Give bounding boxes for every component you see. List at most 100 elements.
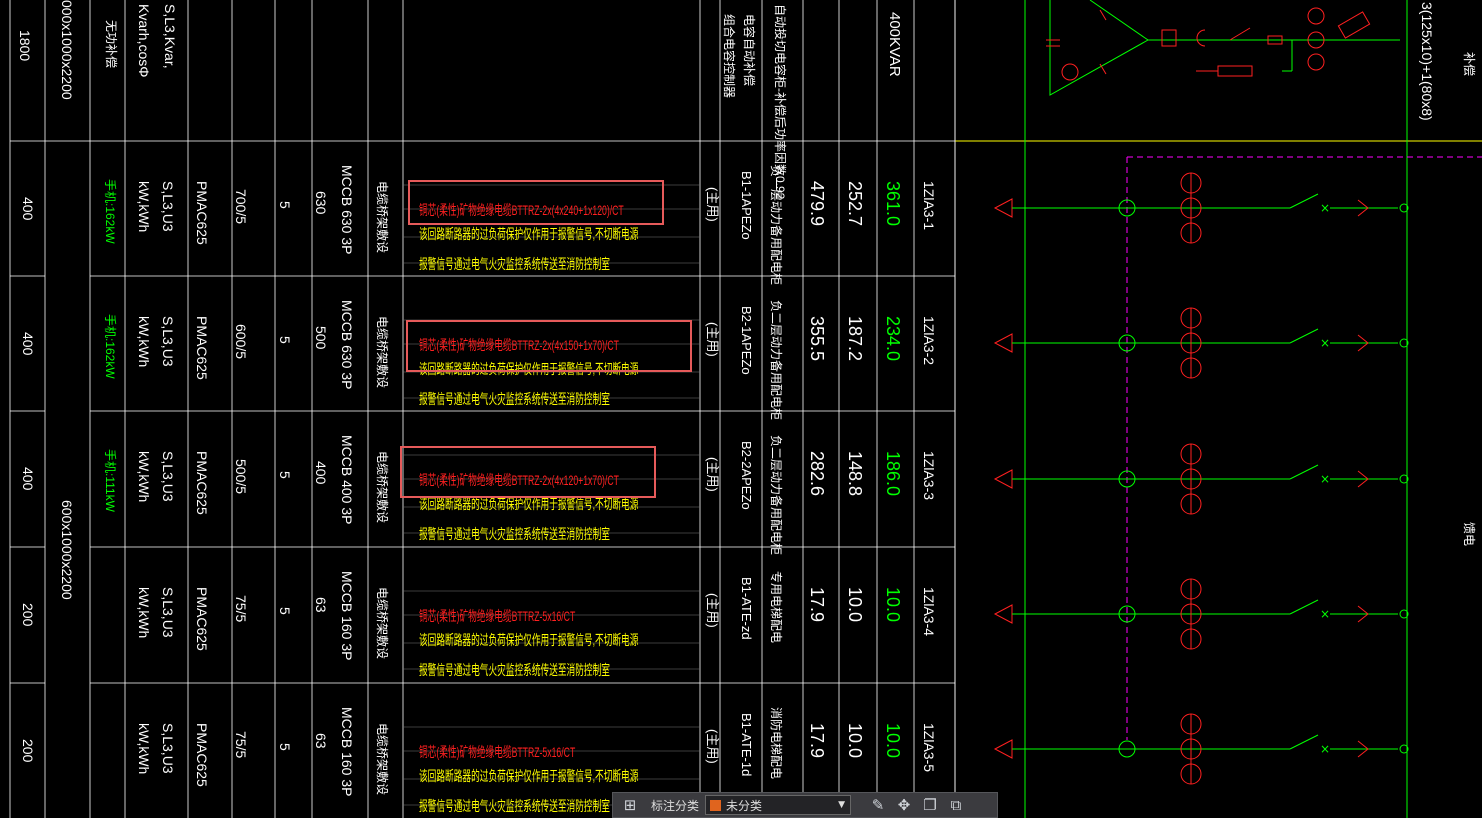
meter-model: PMAC625 bbox=[194, 587, 210, 651]
ct-ratio: 75/5 bbox=[233, 595, 249, 623]
breaker-cross-icon: × bbox=[1320, 336, 1330, 350]
cable-laying: 电缆桥架敷设 bbox=[375, 316, 389, 389]
header-compensation-size: 000x1000x2200 bbox=[59, 0, 75, 100]
chevron-down-icon: ▼ bbox=[838, 800, 846, 810]
header-meter-params: S,L3,Kvar, bbox=[162, 4, 178, 69]
ct-ratio: 600/5 bbox=[233, 324, 249, 360]
edit-icon[interactable]: ✎ bbox=[865, 793, 891, 817]
standby-tag: (主用) bbox=[705, 322, 720, 357]
trip-current: 63 bbox=[313, 733, 329, 749]
fuse-icon bbox=[1161, 29, 1177, 47]
cabinet-boundary-dashed bbox=[1126, 156, 1482, 740]
breaker-model: MCCB 160 3P bbox=[339, 707, 355, 797]
paste-icon[interactable]: ⧉ bbox=[943, 793, 969, 817]
capacitor-symbol bbox=[1046, 39, 1060, 47]
measure-ct-icon bbox=[1307, 7, 1325, 25]
meter-model: PMAC625 bbox=[194, 451, 210, 515]
circuit-number: 1ZlA3-1 bbox=[921, 181, 937, 231]
meter-type: S,L3,U3 bbox=[160, 451, 176, 502]
ct-class: 5 bbox=[277, 201, 293, 209]
outgoing-arrow-icon bbox=[993, 739, 1013, 759]
breaker-model: MCCB 400 3P bbox=[339, 435, 355, 525]
overload-note: 该回路断路器的过负荷保护仅作用于报警信号,不切断电源 bbox=[419, 226, 639, 242]
outgoing-arrow-icon bbox=[993, 198, 1013, 218]
meter-type: S,L3,U3 bbox=[160, 723, 176, 774]
tick-mark bbox=[1099, 9, 1107, 21]
cable-laying: 电缆桥架敷设 bbox=[375, 451, 389, 524]
reactor-icon bbox=[1196, 29, 1206, 47]
capacitor-triangle bbox=[1049, 0, 1149, 96]
cad-drawing-canvas[interactable]: × × × × × bbox=[0, 0, 1482, 818]
category-value: 未分类 bbox=[726, 798, 763, 813]
alarm-note: 报警信号通过电气火灾监控系统传送至消防控制室 bbox=[419, 526, 610, 542]
calculated-power: 10.0 bbox=[845, 587, 865, 623]
header-compensation-label: 无功补偿 bbox=[104, 20, 118, 69]
installed-power: 10.0 bbox=[883, 587, 903, 623]
meter-units: kW,kWh bbox=[136, 181, 152, 233]
ct-class: 5 bbox=[277, 607, 293, 615]
copy-icon[interactable]: ❐ bbox=[917, 793, 943, 817]
header-meter-label: Kvarh,cosΦ bbox=[136, 4, 152, 78]
category-select[interactable]: 未分类 ▼ bbox=[705, 795, 852, 815]
header-capacitor-controller: 组合电容控制器 bbox=[722, 14, 736, 99]
surge-arrester-icon bbox=[1337, 11, 1371, 39]
meter-units: kW,kWh bbox=[136, 587, 152, 639]
feeder-purpose: 负一层动力备用配电柜 bbox=[769, 165, 783, 286]
move-icon[interactable]: ✥ bbox=[891, 793, 917, 817]
calculated-current: 355.5 bbox=[807, 316, 827, 362]
feeder-purpose: 专用电梯配电 bbox=[769, 571, 783, 644]
highlight-box-3 bbox=[400, 446, 656, 498]
grid-icon[interactable]: ⊞ bbox=[617, 793, 643, 817]
destination-cabinet: B2-1APEZo bbox=[739, 306, 754, 375]
breaker-cross-icon: × bbox=[1320, 472, 1330, 486]
calculated-current: 17.9 bbox=[807, 587, 827, 623]
cabinet-width: 200 bbox=[20, 739, 36, 763]
standby-tag: (主用) bbox=[705, 457, 720, 492]
outgoing-arrow-icon bbox=[993, 604, 1013, 624]
annotation-toolbar: ⊞ 标注分类 未分类 ▼ ✎ ✥ ❐ ⧉ bbox=[612, 792, 998, 818]
calculated-current: 282.6 bbox=[807, 451, 827, 497]
load-power: 手机:162kW bbox=[103, 179, 117, 244]
installed-power: 361.0 bbox=[883, 181, 903, 227]
calculated-current: 17.9 bbox=[807, 723, 827, 759]
right-label-top: 补偿 bbox=[1462, 52, 1476, 77]
header-capacitor-auto: 电容自动补偿 bbox=[742, 14, 756, 87]
cabinet-width: 200 bbox=[20, 603, 36, 627]
cabinet-width: 400 bbox=[20, 467, 36, 491]
cabinet-width: 400 bbox=[20, 332, 36, 356]
ct-class: 5 bbox=[277, 471, 293, 479]
ct-class: 5 bbox=[277, 743, 293, 751]
breaker-model: MCCB 160 3P bbox=[339, 571, 355, 661]
calculated-power: 10.0 bbox=[845, 723, 865, 759]
meter-units: kW,kWh bbox=[136, 316, 152, 368]
calculated-current: 479.9 bbox=[807, 181, 827, 227]
breaker-model: MCCB 630 3P bbox=[339, 165, 355, 255]
cabinet-width: 400 bbox=[20, 197, 36, 221]
section-span-size: 600x1000x2200 bbox=[59, 500, 75, 600]
meter-type: S,L3,U3 bbox=[160, 587, 176, 638]
load-power: 手机:111kW bbox=[103, 449, 117, 512]
standby-tag: (主用) bbox=[705, 593, 720, 628]
breaker-contact-icon bbox=[1289, 734, 1319, 750]
alarm-note: 报警信号通过电气火灾监控系统传送至消防控制室 bbox=[419, 391, 610, 407]
breaker-contact-icon bbox=[1289, 464, 1319, 480]
header-kvar: 400KVAR bbox=[886, 12, 903, 77]
feeder-purpose: 消防电梯配电 bbox=[769, 707, 783, 780]
alarm-note: 报警信号通过电气火灾监控系统传送至消防控制室 bbox=[419, 256, 610, 272]
measure-ct-icon bbox=[1307, 53, 1325, 71]
cable-laying: 电缆桥架敷设 bbox=[375, 587, 389, 660]
highlight-box-2 bbox=[406, 320, 692, 372]
alarm-note: 报警信号通过电气火灾监控系统传送至消防控制室 bbox=[419, 798, 610, 814]
installed-power: 234.0 bbox=[883, 316, 903, 362]
standby-tag: (主用) bbox=[705, 187, 720, 222]
meter-model: PMAC625 bbox=[194, 316, 210, 380]
category-swatch bbox=[710, 799, 722, 811]
installed-power: 186.0 bbox=[883, 451, 903, 497]
installed-power: 10.0 bbox=[883, 723, 903, 759]
breaker-contact-icon bbox=[1289, 599, 1319, 615]
destination-cabinet: B1-ATE-zd bbox=[739, 577, 754, 640]
destination-cabinet: B1-ATE-1d bbox=[739, 713, 754, 777]
overload-note: 该回路断路器的过负荷保护仅作用于报警信号,不切断电源 bbox=[419, 632, 639, 648]
ct-class: 5 bbox=[277, 336, 293, 344]
breaker-model: MCCB 630 3P bbox=[339, 300, 355, 390]
